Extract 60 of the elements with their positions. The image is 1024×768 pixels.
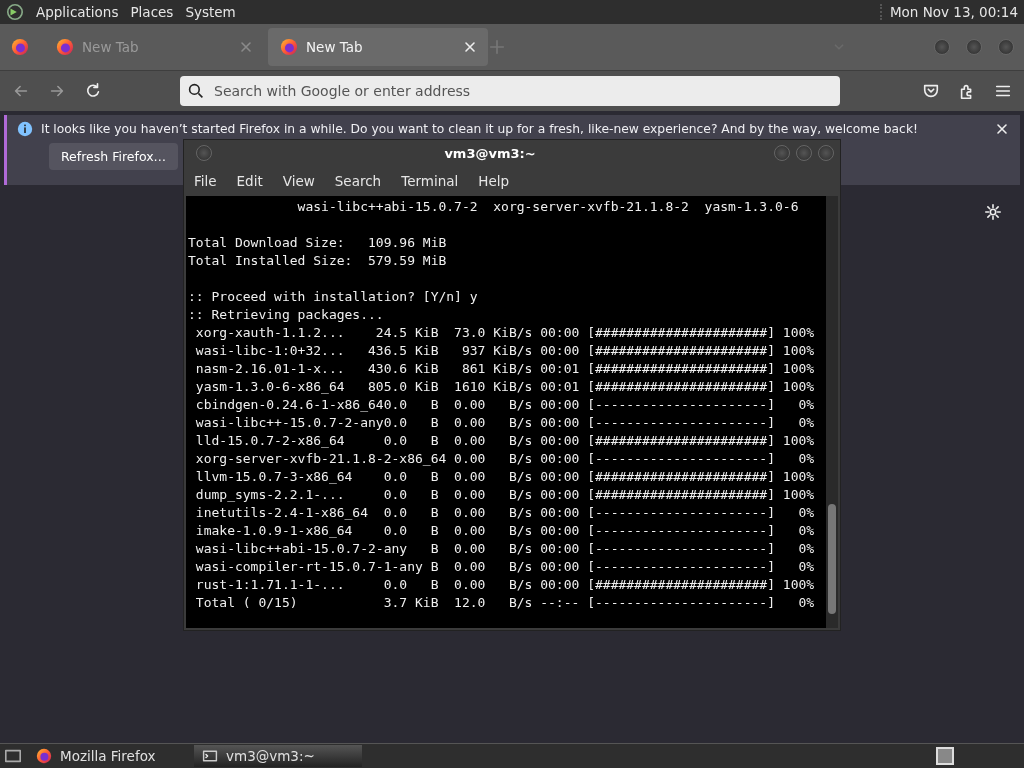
- reload-icon[interactable]: [84, 82, 102, 100]
- panel-menu[interactable]: Places: [130, 2, 174, 22]
- terminal-line: dump_syms-2.2.1-... 0.0 B 0.00 B/s 00:00 [######################] 100%: [194, 486, 816, 504]
- taskbar-item[interactable]: vm3@vm3:~: [194, 745, 362, 767]
- menu-item[interactable]: Edit: [236, 171, 263, 191]
- firefox-icon: [280, 38, 298, 56]
- terminal-line: xorg-xauth-1.1.2... 24.5 KiB 73.0 KiB/s 00:00 [######################] 100%: [194, 324, 816, 342]
- terminal-line: lld-15.0.7-2-x86_64 0.0 B 0.00 B/s 00:00 [######################] 100%: [194, 432, 816, 450]
- window-button[interactable]: [966, 39, 982, 55]
- desktop-icon[interactable]: [4, 747, 22, 765]
- firefox-icon: [36, 748, 52, 764]
- plus-icon[interactable]: [488, 38, 506, 56]
- terminal-line: imake-1.0.9-1-x86_64 0.0 B 0.00 B/s 00:00 [----------------------] 0%: [194, 522, 816, 540]
- terminal-line: cbindgen-0.24.6-1-x86_640.0 B 0.00 B/s 00:00 [----------------------] 0%: [194, 396, 816, 414]
- terminal-line: wasi-libc++abi-15.0.7-2-any B 0.00 B/s 00:00 [----------------------] 0%: [194, 540, 816, 558]
- address-field[interactable]: Search with Google or enter address: [180, 76, 840, 106]
- menu-item[interactable]: File: [194, 171, 217, 191]
- panel-menu[interactable]: Applications: [36, 2, 119, 22]
- firefox-icon: [56, 38, 74, 56]
- browser-tab[interactable]: New Tab: [268, 28, 488, 66]
- window-button[interactable]: [774, 145, 790, 161]
- terminal-line: :: Retrieving packages...: [188, 306, 385, 324]
- window-button[interactable]: [818, 145, 834, 161]
- menu-item[interactable]: Terminal: [401, 171, 459, 191]
- window-title: vm3@vm3:~: [443, 145, 537, 161]
- logo-icon[interactable]: [6, 3, 24, 21]
- terminal-line: xorg-server-xvfb-21.1.8-2-x86_64 0.00 B/s 00:00 [----------------------] 0%: [194, 450, 816, 468]
- terminal-line: yasm-1.3.0-6-x86_64 805.0 KiB 1610 KiB/s 00:01 [######################] 100%: [194, 378, 816, 396]
- terminal-line: inetutils-2.4-1-x86_64 0.0 B 0.00 B/s 00:00 [----------------------] 0%: [194, 504, 816, 522]
- window-button[interactable]: [934, 39, 950, 55]
- notification-message: It looks like you haven’t started Firefox in a while. Do you want to clean it up for a fresh, like-new experience? And by the way, welcome back!: [41, 122, 918, 136]
- terminal-line: wasi-compiler-rt-15.0.7-1-any B 0.00 B/s 00:00 [----------------------] 0%: [194, 558, 816, 576]
- clock[interactable]: Mon Nov 13, 00:14: [879, 4, 1018, 20]
- window-button[interactable]: [998, 39, 1014, 55]
- taskbar-item[interactable]: Mozilla Firefox: [28, 745, 188, 767]
- menu-item[interactable]: Help: [478, 171, 510, 191]
- terminal-line: wasi-libc++-15.0.7-2-any0.0 B 0.00 B/s 00:00 [----------------------] 0%: [194, 414, 816, 432]
- terminal-line: llvm-15.0.7-3-x86_64 0.0 B 0.00 B/s 00:00 [######################] 100%: [194, 468, 816, 486]
- info-icon: [17, 121, 33, 137]
- window-button[interactable]: [196, 145, 212, 161]
- terminal-line: Total Installed Size: 579.59 MiB: [188, 252, 448, 270]
- refresh-button[interactable]: Refresh Firefox…: [49, 143, 179, 170]
- firefox-icon: [11, 38, 29, 56]
- menu-item[interactable]: View: [282, 171, 315, 191]
- terminal-line: wasi-libc++abi-15.0.7-2 xorg-server-xvfb-21.1.8-2 yasm-1.3.0-6: [296, 198, 800, 216]
- terminal-icon: [202, 748, 218, 764]
- menu-item[interactable]: Search: [334, 171, 382, 191]
- terminal-line: nasm-2.16.01-1-x... 430.6 KiB 861 KiB/s 00:01 [######################] 100%: [194, 360, 816, 378]
- tray-icon[interactable]: [936, 747, 954, 765]
- window-button[interactable]: [796, 145, 812, 161]
- terminal-line: rust-1:1.71.1-1-... 0.0 B 0.00 B/s 00:00 [######################] 100%: [194, 576, 816, 594]
- settings-icon[interactable]: [984, 203, 1002, 221]
- terminal-line: Total ( 0/15) 3.7 KiB 12.0 B/s --:-- [----------------------] 0%: [194, 594, 816, 612]
- terminal-line: wasi-libc-1:0+32... 436.5 KiB 937 KiB/s 00:00 [######################] 100%: [194, 342, 816, 360]
- terminal-line: :: Proceed with installation? [Y/n] y: [188, 288, 479, 306]
- panel-menu[interactable]: System: [185, 2, 236, 22]
- pocket-icon[interactable]: [922, 82, 940, 100]
- scrollbar[interactable]: [826, 196, 838, 628]
- terminal-line: Total Download Size: 109.96 MiB: [188, 234, 448, 252]
- search-icon: [188, 83, 204, 99]
